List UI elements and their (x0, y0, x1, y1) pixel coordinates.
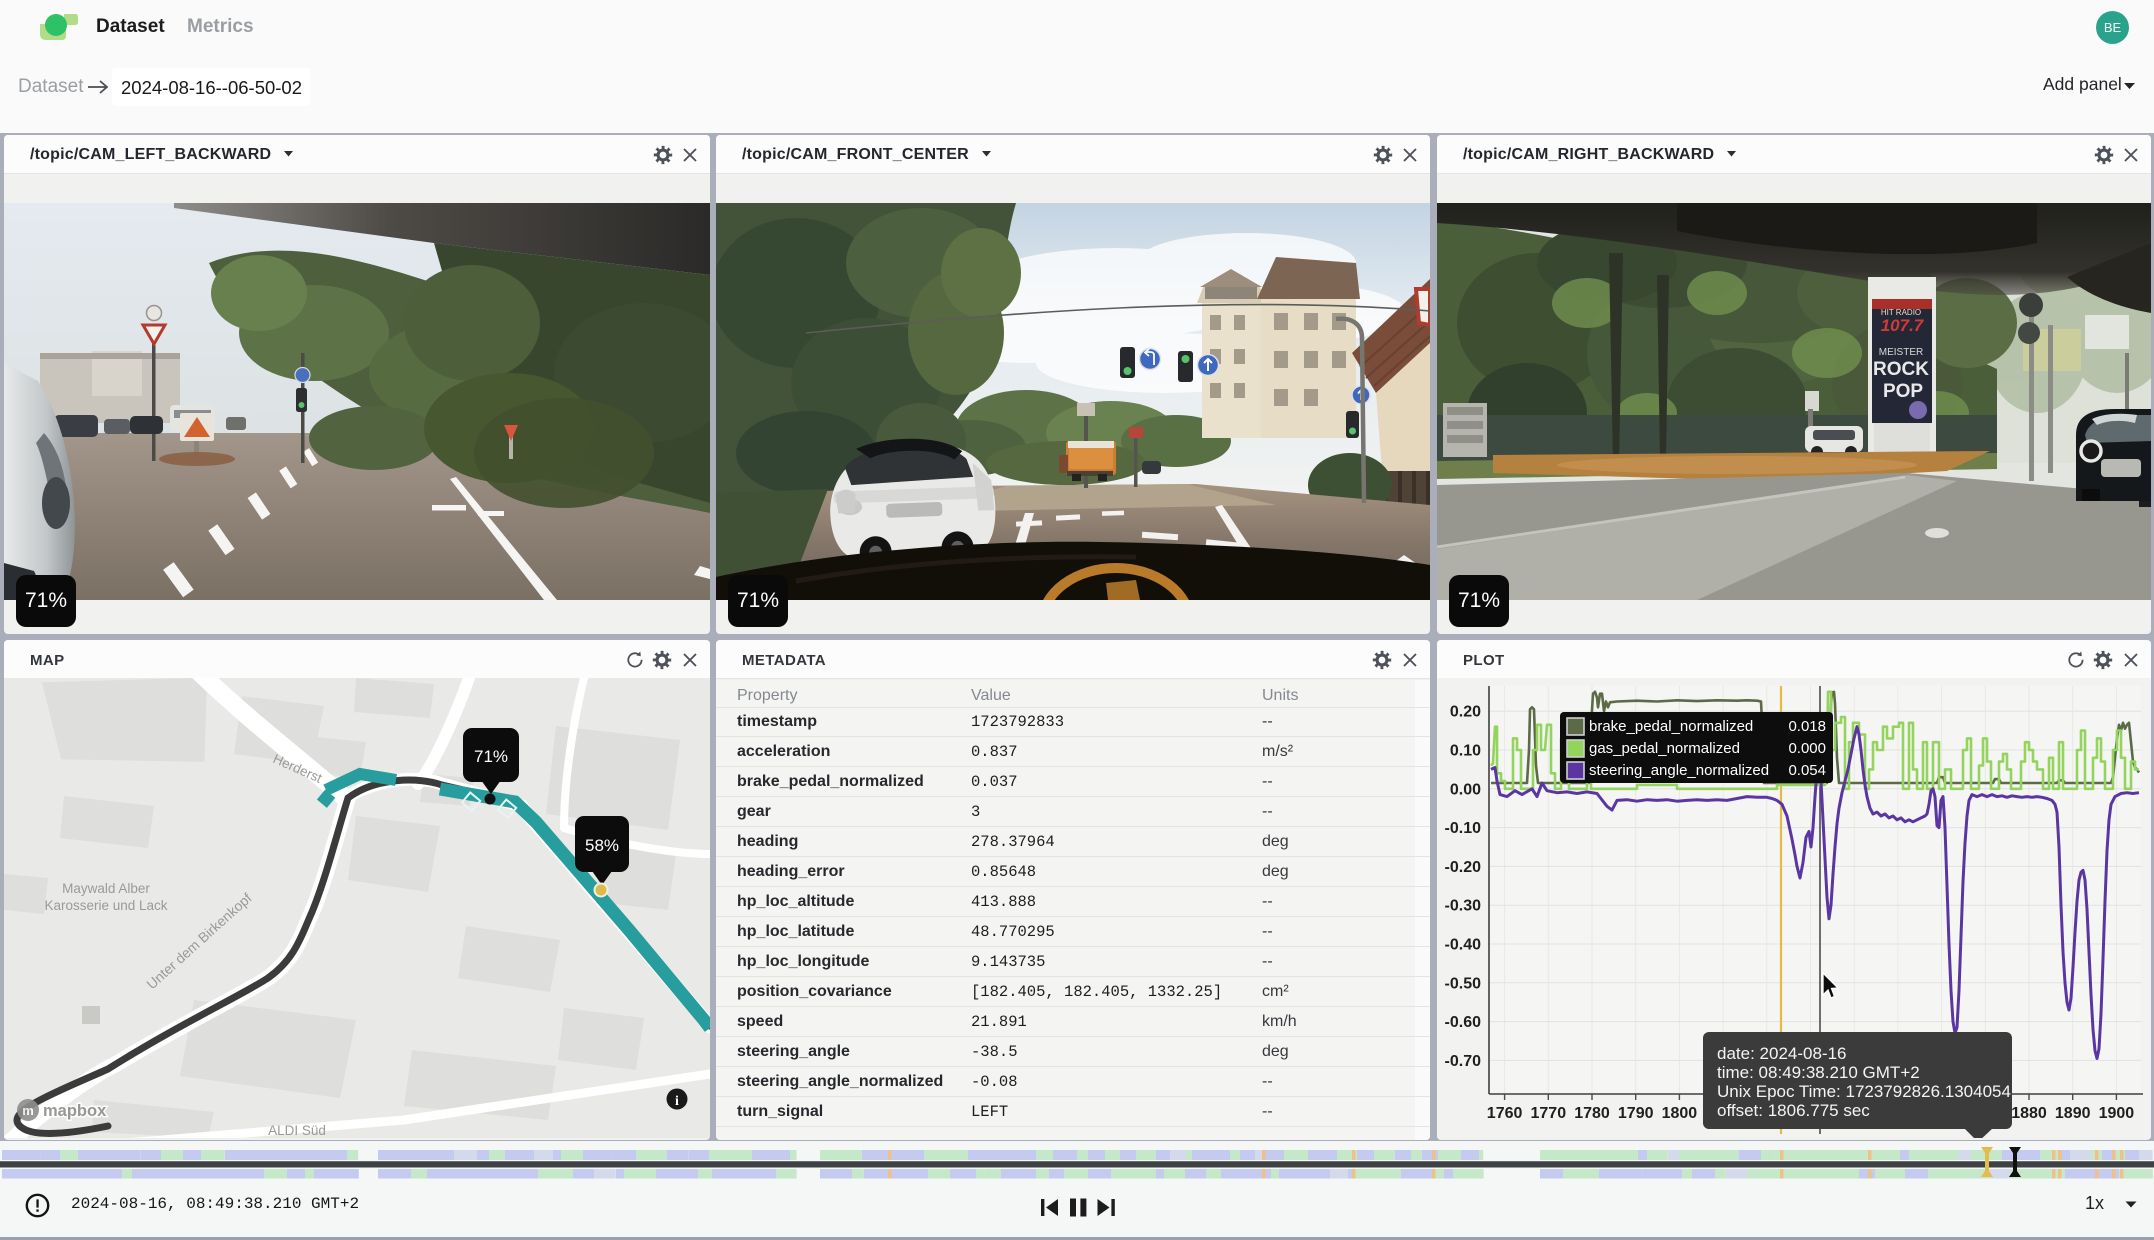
svg-text:HIT RADIO: HIT RADIO (1881, 308, 1921, 317)
svg-text:-0.70: -0.70 (1445, 1052, 1482, 1069)
svg-text:71%: 71% (474, 747, 508, 766)
svg-text:58%: 58% (585, 836, 619, 855)
svg-text:ROCK: ROCK (1873, 359, 1929, 380)
svg-text:0.000: 0.000 (1788, 740, 1826, 757)
svg-text:1780: 1780 (1574, 1105, 1610, 1122)
svg-text:1790: 1790 (1618, 1105, 1654, 1122)
svg-text:m: m (22, 1103, 34, 1118)
svg-text:1760: 1760 (1487, 1105, 1523, 1122)
svg-text:1800: 1800 (1662, 1105, 1698, 1122)
svg-text:0.10: 0.10 (1450, 742, 1481, 759)
svg-text:1900: 1900 (2099, 1105, 2135, 1122)
svg-text:0.018: 0.018 (1788, 718, 1826, 735)
svg-text:i: i (675, 1094, 679, 1109)
svg-text:ALDI Süd: ALDI Süd (268, 1123, 326, 1138)
svg-text:1880: 1880 (2011, 1105, 2047, 1122)
svg-text:1890: 1890 (2055, 1105, 2091, 1122)
svg-text:mapbox: mapbox (43, 1102, 107, 1120)
svg-text:0.054: 0.054 (1788, 762, 1826, 779)
svg-text:POP: POP (1883, 381, 1923, 402)
svg-text:0.20: 0.20 (1450, 703, 1481, 720)
svg-text:-0.10: -0.10 (1445, 820, 1482, 837)
svg-text:MEISTER: MEISTER (1879, 347, 1923, 358)
svg-text:107.7: 107.7 (1881, 316, 1925, 335)
svg-text:gas_pedal_normalized: gas_pedal_normalized (1589, 740, 1740, 757)
svg-text:date: 2024-08-16: date: 2024-08-16 (1717, 1044, 1847, 1063)
svg-text:-0.20: -0.20 (1445, 858, 1482, 875)
svg-text:brake_pedal_normalized: brake_pedal_normalized (1589, 718, 1753, 735)
svg-text:time: 08:49:38.210 GMT+2: time: 08:49:38.210 GMT+2 (1717, 1063, 1920, 1082)
svg-text:1770: 1770 (1531, 1105, 1567, 1122)
svg-text:-0.30: -0.30 (1445, 897, 1482, 914)
svg-text:0.00: 0.00 (1450, 781, 1481, 798)
svg-text:Maywald Alber: Maywald Alber (62, 881, 150, 896)
svg-text:steering_angle_normalized: steering_angle_normalized (1589, 762, 1769, 779)
svg-text:-0.40: -0.40 (1445, 936, 1482, 953)
svg-text:Unix Epoc Time: 1723792826.130: Unix Epoc Time: 1723792826.1304054 (1717, 1082, 2011, 1101)
svg-text:-0.60: -0.60 (1445, 1014, 1482, 1031)
svg-text:offset: 1806.775 sec: offset: 1806.775 sec (1717, 1101, 1870, 1120)
svg-text:Karosserie und Lack: Karosserie und Lack (44, 898, 167, 913)
svg-text:-0.50: -0.50 (1445, 975, 1482, 992)
